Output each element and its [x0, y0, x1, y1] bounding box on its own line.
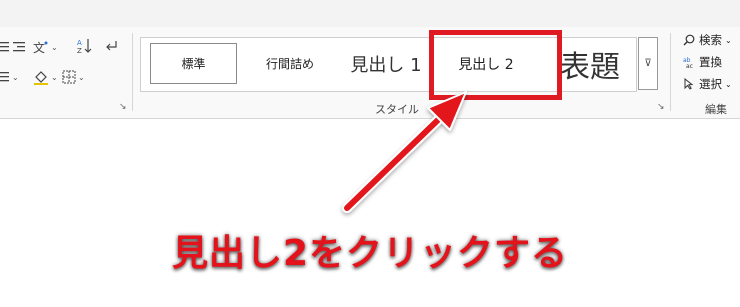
- instruction-callout: 見出し2をクリックする: [171, 232, 569, 275]
